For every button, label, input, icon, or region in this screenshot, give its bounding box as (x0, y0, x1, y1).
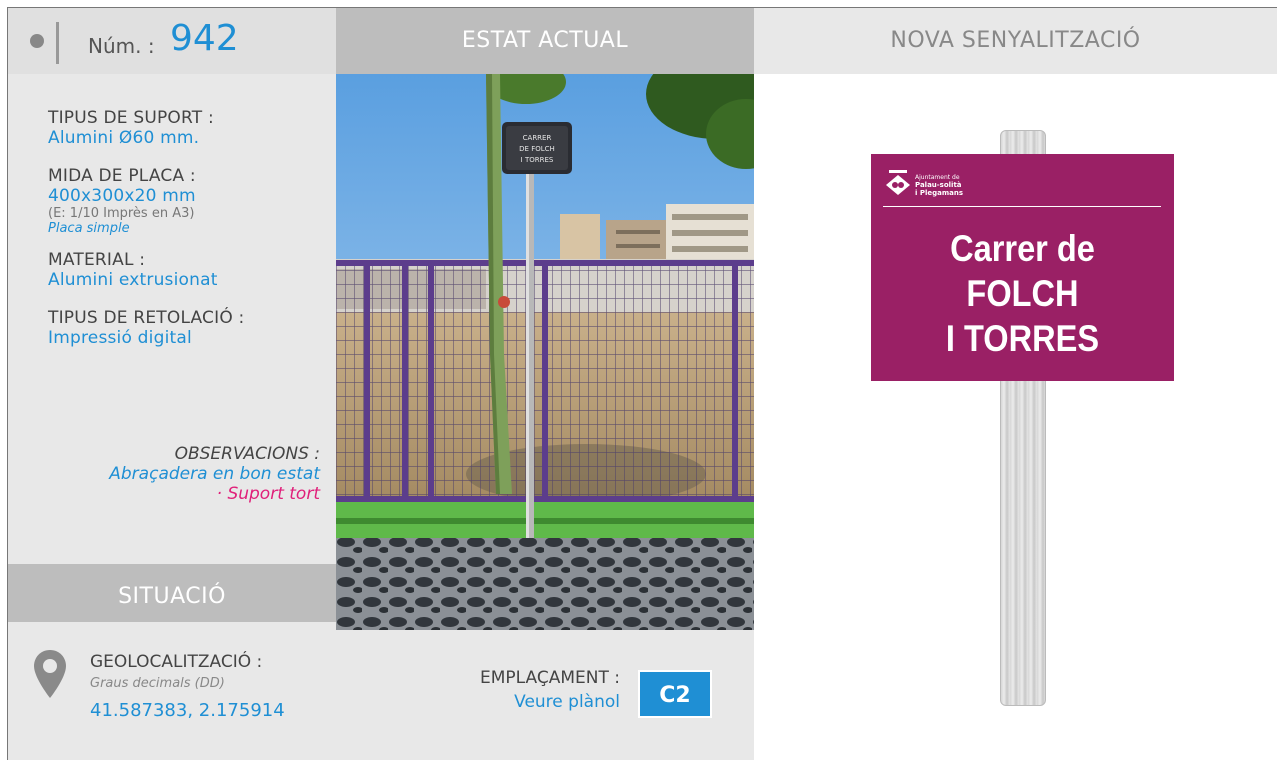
mida-value: 400x300x20 mm (48, 186, 196, 206)
map-link[interactable]: Veure plànol (514, 692, 620, 712)
nova-senyalitzacio-header: NOVA SENYALITZACIÓ (754, 8, 1277, 74)
suport-value: Alumini Ø60 mm. (48, 128, 200, 148)
observation-1: Abraçadera en bon estat (109, 464, 320, 484)
street-sign: Ajuntament de Palau-solità i Plegamans C… (871, 154, 1174, 381)
number-label: Núm. : (88, 34, 155, 58)
emplacament-label: EMPLAÇAMENT : (480, 668, 620, 688)
sign-text: Carrer de FOLCH I TORRES (889, 226, 1156, 361)
municipal-crest-icon (886, 170, 910, 195)
sign-divider (883, 206, 1161, 207)
estat-actual-header: ESTAT ACTUAL (336, 8, 754, 74)
situacio-header: SITUACIÓ (8, 564, 336, 630)
geolocation-note: Graus decimals (DD) (90, 676, 225, 691)
org-name-line-2: Palau-solità (915, 181, 962, 189)
org-name-line-1: Ajuntament de (915, 174, 960, 181)
suport-label: TIPUS DE SUPORT : (48, 108, 214, 128)
divider (56, 22, 59, 64)
location-pin-icon (34, 650, 66, 698)
retolacio-value: Impressió digital (48, 328, 192, 348)
small-sign-line-3: I TORRES (521, 156, 554, 164)
sign-line-2: FOLCH (966, 273, 1079, 314)
small-sign-line-1: CARRER (523, 134, 552, 142)
material-value: Alumini extrusionat (48, 270, 218, 290)
small-sign-line-2: DE FOLCH (519, 145, 555, 153)
org-name-line-3: i Plegamans (915, 189, 964, 197)
observations-label: OBSERVACIONS : (174, 444, 320, 464)
mida-type: Placa simple (48, 221, 130, 236)
number-value: 942 (170, 18, 239, 59)
sign-line-1: Carrer de (950, 228, 1095, 269)
mida-note: (E: 1/10 Imprès en A3) (48, 206, 195, 221)
sign-line-3: I TORRES (945, 318, 1100, 359)
bullet-dot-icon (30, 34, 44, 48)
geolocation-value: 41.587383, 2.175914 (90, 700, 285, 721)
location-code-badge: C2 (638, 670, 712, 718)
fields-list: TIPUS DE SUPORT : Alumini Ø60 mm. MIDA D… (48, 108, 328, 348)
material-label: MATERIAL : (48, 250, 146, 270)
geolocation-label: GEOLOCALITZACIÓ : (90, 652, 263, 672)
retolacio-label: TIPUS DE RETOLACIÓ : (48, 308, 245, 328)
mida-label: MIDA DE PLACA : (48, 166, 196, 186)
number-header: Núm. : 942 (8, 8, 336, 74)
location-panel: GEOLOCALITZACIÓ : Graus decimals (DD) 41… (8, 622, 754, 760)
new-sign-preview: Ajuntament de Palau-solità i Plegamans C… (754, 74, 1277, 760)
observation-2: · Suport tort (216, 484, 320, 504)
observations: OBSERVACIONS : Abraçadera en bon estat ·… (20, 444, 320, 504)
current-state-photo: CARRER DE FOLCH I TORRES (336, 74, 754, 630)
